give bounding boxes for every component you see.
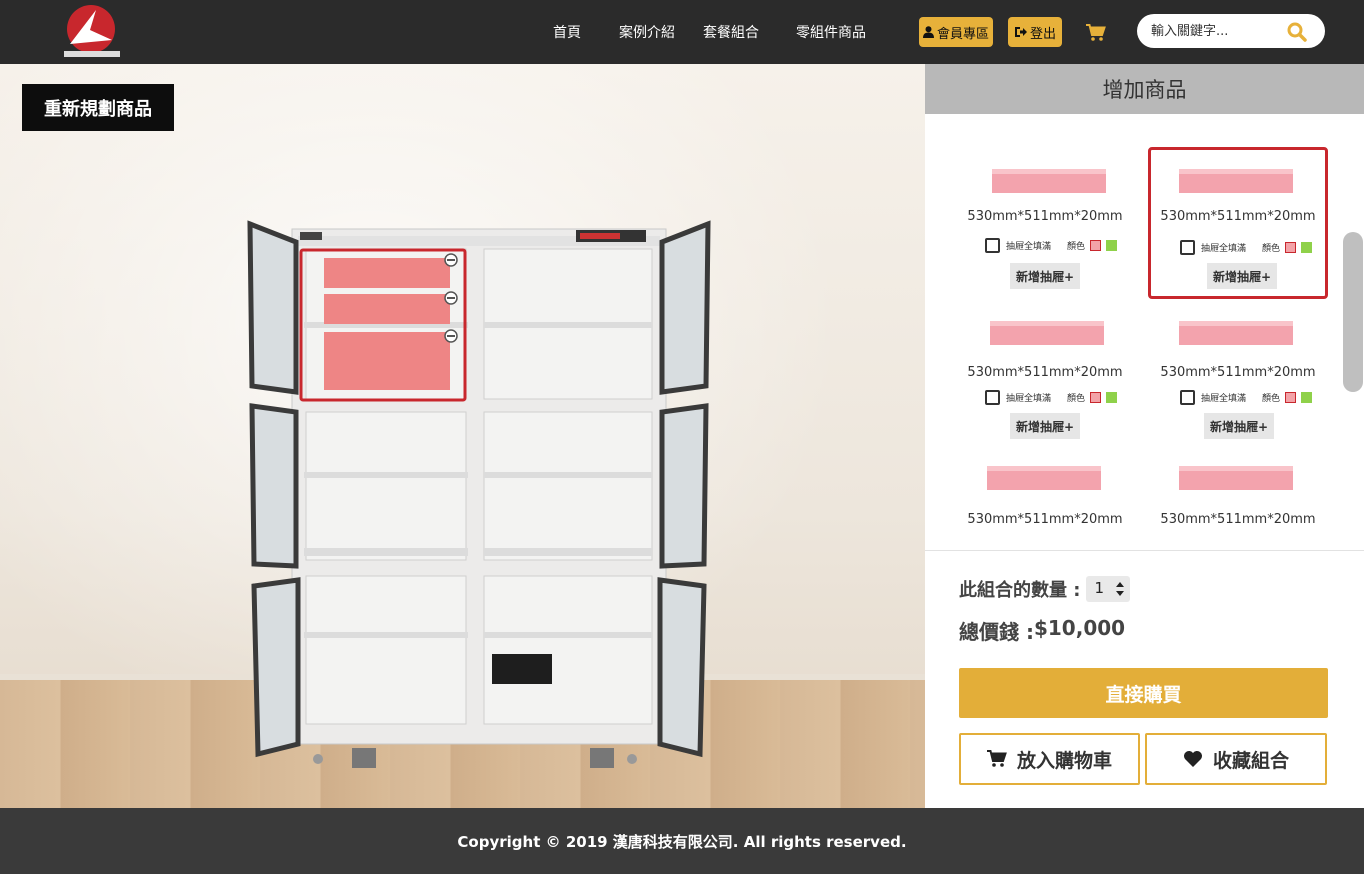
logout-label: 登出 (1029, 26, 1056, 42)
product-options: 抽屜全填滿 顏色 (1180, 239, 1330, 255)
panel-title: 增加商品 (925, 64, 1364, 114)
company-logo[interactable] (60, 4, 122, 60)
add-to-cart-label: 放入購物車 (1016, 749, 1112, 772)
product-card[interactable]: 530mm*511mm*20mm 抽屜全填滿 顏色 新增抽屜+ (1148, 299, 1328, 451)
product-card[interactable]: 530mm*511mm*20mm 抽屜全填滿 顏色 新增抽屜+ (955, 299, 1135, 451)
color-swatch-green[interactable] (1106, 239, 1118, 251)
buy-now-button[interactable]: 直接購買 (959, 668, 1328, 718)
color-swatch-green[interactable] (1301, 241, 1313, 253)
drawer-thumbnail (990, 321, 1104, 345)
product-card-selected[interactable]: 530mm*511mm*20mm 抽屜全填滿 顏色 新增抽屜+ (1148, 147, 1328, 299)
dry-cabinet-image (247, 220, 711, 768)
replan-button[interactable]: 重新規劃商品 (22, 84, 174, 131)
panel-divider (925, 550, 1364, 551)
fill-drawer-checkbox[interactable] (1180, 389, 1195, 405)
product-dimension: 530mm*511mm*20mm (967, 209, 1123, 224)
color-swatch-red[interactable] (1285, 241, 1297, 253)
heart-icon (1183, 751, 1202, 767)
fill-drawer-checkbox[interactable] (985, 389, 1000, 405)
product-dimension: 530mm*511mm*20mm (967, 512, 1123, 527)
drawer-thumbnail (992, 169, 1106, 193)
total-price-label: 總價錢 : (959, 620, 1034, 644)
add-drawer-button[interactable]: 新增抽屜+ (1207, 263, 1278, 289)
color-swatch-green[interactable] (1106, 391, 1118, 403)
product-panel: 增加商品 530mm*511mm*20mm 抽屜全填滿 顏色 新增抽屜+ 530… (925, 64, 1364, 808)
color-swatch-red[interactable] (1285, 391, 1297, 403)
product-card[interactable]: 530mm*511mm*20mm (955, 444, 1135, 550)
user-icon (922, 26, 934, 38)
quantity-stepper[interactable]: 1 (1086, 576, 1131, 602)
fill-drawer-label: 抽屜全填滿 (1006, 393, 1052, 404)
product-options: 抽屜全填滿 顏色 (1180, 389, 1330, 405)
total-price-row: 總價錢 : $10,000 (959, 616, 1125, 645)
quantity-row: 此組合的數量 : 1 (959, 576, 1131, 602)
nav-parts[interactable]: 零組件商品 (796, 22, 866, 42)
color-swatch-green[interactable] (1301, 391, 1313, 403)
color-label: 顏色 (1262, 393, 1281, 404)
nav-packages[interactable]: 套餐組合 (703, 22, 759, 42)
color-label: 顏色 (1262, 243, 1281, 254)
sign-out-icon (1014, 27, 1027, 37)
add-drawer-button[interactable]: 新增抽屜+ (1010, 413, 1081, 439)
member-area-label: 會員專區 (936, 26, 989, 42)
product-list-scrollbar[interactable] (1343, 232, 1363, 392)
nav-home[interactable]: 首頁 (553, 22, 581, 42)
fill-drawer-checkbox[interactable] (1180, 239, 1195, 255)
top-navbar: 首頁 案例介紹 套餐組合 零組件商品 會員專區 登出 (0, 0, 1364, 64)
search-input[interactable] (1151, 21, 1281, 41)
color-label: 顏色 (1067, 241, 1086, 252)
search-box (1137, 14, 1325, 48)
quantity-label: 此組合的數量 : (959, 580, 1081, 601)
add-drawer-button[interactable]: 新增抽屜+ (1204, 413, 1275, 439)
fill-drawer-checkbox[interactable] (985, 237, 1000, 253)
cabinet-preview: 重新規劃商品 (0, 64, 925, 808)
product-dimension: 530mm*511mm*20mm (967, 365, 1123, 380)
product-options: 抽屜全填滿 顏色 (985, 237, 1135, 253)
product-dimension: 530mm*511mm*20mm (1160, 365, 1316, 380)
stepper-arrows-icon[interactable] (1114, 579, 1126, 599)
member-area-button[interactable]: 會員專區 (919, 17, 993, 47)
product-card[interactable]: 530mm*511mm*20mm 抽屜全填滿 顏色 新增抽屜+ (955, 147, 1135, 299)
drawer-thumbnail (1179, 169, 1293, 193)
product-dimension: 530mm*511mm*20mm (1160, 512, 1316, 527)
nav-cases[interactable]: 案例介紹 (619, 22, 675, 42)
cart-icon[interactable] (1086, 24, 1106, 42)
favorite-combo-label: 收藏組合 (1212, 749, 1289, 772)
fill-drawer-label: 抽屜全填滿 (1201, 243, 1247, 254)
favorite-combo-button[interactable]: 收藏組合 (1145, 733, 1327, 785)
color-label: 顏色 (1067, 393, 1086, 404)
fill-drawer-label: 抽屜全填滿 (1006, 241, 1052, 252)
product-options: 抽屜全填滿 顏色 (985, 389, 1135, 405)
color-swatch-red[interactable] (1090, 239, 1102, 251)
add-to-cart-button[interactable]: 放入購物車 (959, 733, 1140, 785)
drawer-thumbnail (1179, 321, 1293, 345)
logout-button[interactable]: 登出 (1008, 17, 1062, 47)
product-card[interactable]: 530mm*511mm*20mm (1148, 444, 1328, 550)
quantity-value: 1 (1094, 579, 1105, 597)
color-swatch-red[interactable] (1090, 391, 1102, 403)
product-dimension: 530mm*511mm*20mm (1160, 209, 1316, 224)
product-list: 530mm*511mm*20mm 抽屜全填滿 顏色 新增抽屜+ 530mm*51… (925, 114, 1364, 550)
drawer-thumbnail (1179, 466, 1293, 490)
fill-drawer-label: 抽屜全填滿 (1201, 393, 1247, 404)
add-drawer-button[interactable]: 新增抽屜+ (1010, 263, 1081, 289)
cart-icon (986, 750, 1007, 767)
footer: Copyright © 2019 漢唐科技有限公司. All rights re… (0, 808, 1364, 874)
copyright-text: Copyright © 2019 漢唐科技有限公司. All rights re… (457, 832, 907, 851)
search-icon[interactable] (1287, 22, 1307, 42)
drawer-thumbnail (987, 466, 1101, 490)
total-price-value: $10,000 (1033, 616, 1126, 640)
